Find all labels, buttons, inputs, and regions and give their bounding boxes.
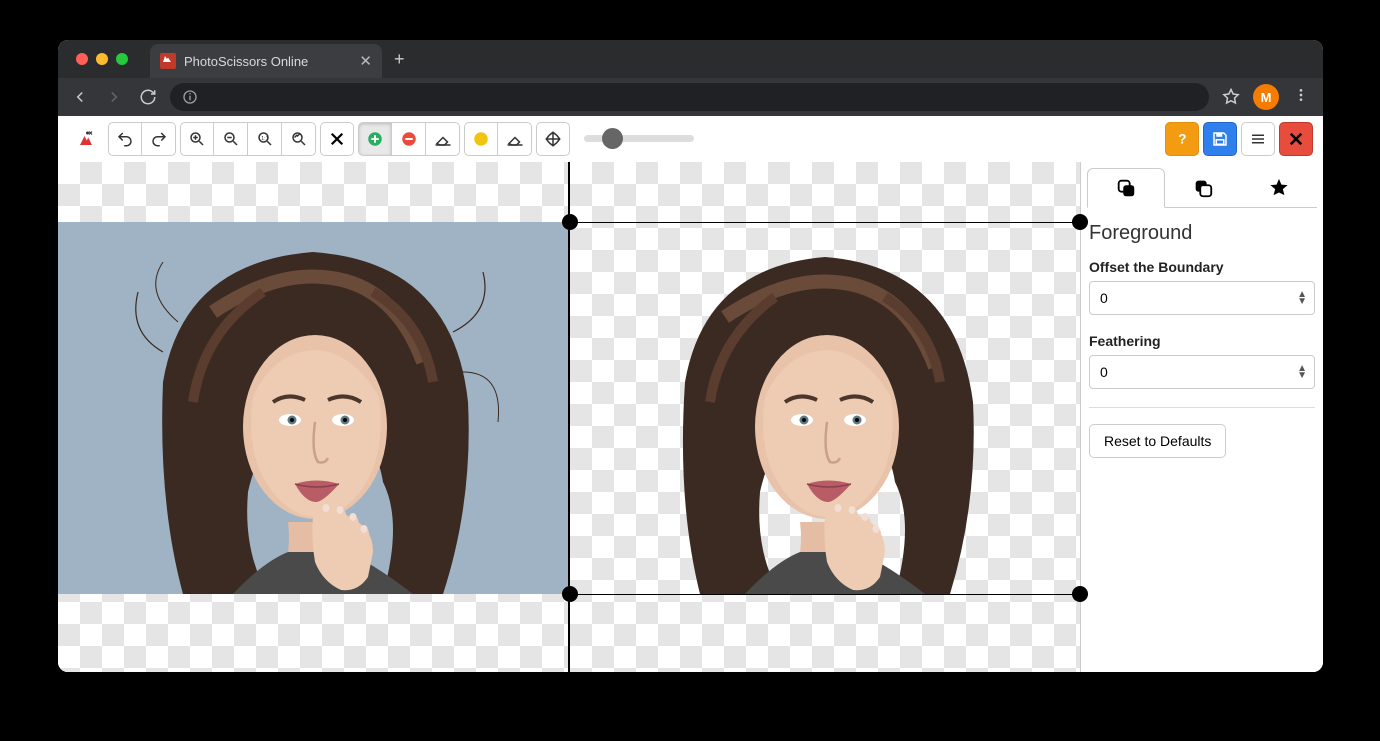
titlebar: PhotoScissors Online ✕ + [58, 40, 1323, 78]
panel-divider [1089, 407, 1315, 408]
app-logo-icon[interactable] [68, 121, 104, 157]
result-image [570, 222, 1080, 594]
hair-marker-button[interactable] [464, 122, 498, 156]
menu-button[interactable] [1241, 122, 1275, 156]
tab-favicon [160, 53, 176, 69]
browser-tab[interactable]: PhotoScissors Online ✕ [150, 44, 382, 78]
tab-close-icon[interactable]: ✕ [359, 52, 372, 70]
pan-tool-button[interactable] [536, 122, 570, 156]
svg-text:1:1: 1:1 [261, 135, 268, 141]
crop-border-bottom [570, 594, 1080, 595]
zoom-out-button[interactable] [214, 122, 248, 156]
foreground-marker-button[interactable] [358, 122, 392, 156]
nav-forward-button[interactable] [102, 85, 126, 109]
browser-menu-icon[interactable] [1289, 87, 1313, 108]
offset-label: Offset the Boundary [1089, 259, 1315, 275]
new-tab-button[interactable]: + [382, 49, 417, 70]
original-pane[interactable] [58, 162, 568, 672]
properties-panel: Foreground Offset the Boundary 0 ▲▼ Feat… [1080, 162, 1323, 672]
maximize-window-button[interactable] [116, 53, 128, 65]
editor-area: Foreground Offset the Boundary 0 ▲▼ Feat… [58, 162, 1323, 672]
offset-select[interactable]: 0 [1089, 281, 1315, 315]
minimize-window-button[interactable] [96, 53, 108, 65]
eraser-hair-button[interactable] [498, 122, 532, 156]
app-toolbar: 1:1 [58, 116, 1323, 162]
zoom-actual-button[interactable]: 1:1 [248, 122, 282, 156]
redo-button[interactable] [142, 122, 176, 156]
svg-text:?: ? [1178, 131, 1186, 146]
offset-value: 0 [1100, 290, 1108, 306]
profile-avatar[interactable]: M [1253, 84, 1279, 110]
nav-reload-button[interactable] [136, 85, 160, 109]
panel-tab-effects[interactable] [1241, 168, 1317, 208]
panel-section-title: Foreground [1089, 222, 1315, 245]
panel-tabs [1087, 168, 1317, 208]
url-input[interactable] [170, 83, 1209, 111]
panel-tab-background[interactable] [1165, 168, 1241, 208]
save-button[interactable] [1203, 122, 1237, 156]
background-marker-button[interactable] [392, 122, 426, 156]
tab-title: PhotoScissors Online [184, 54, 351, 69]
site-info-icon [182, 89, 198, 105]
close-window-button[interactable] [76, 53, 88, 65]
feathering-label: Feathering [1089, 333, 1315, 349]
browser-window: PhotoScissors Online ✕ + M [58, 40, 1323, 672]
bookmark-star-icon[interactable] [1219, 85, 1243, 109]
brush-size-slider[interactable] [584, 135, 694, 142]
result-pane[interactable] [570, 162, 1080, 672]
address-bar: M [58, 78, 1323, 116]
panel-tab-foreground[interactable] [1087, 168, 1165, 208]
feathering-select[interactable]: 0 [1089, 355, 1315, 389]
zoom-in-button[interactable] [180, 122, 214, 156]
close-button[interactable] [1279, 122, 1313, 156]
panel-body: Foreground Offset the Boundary 0 ▲▼ Feat… [1087, 208, 1317, 458]
feathering-value: 0 [1100, 364, 1108, 380]
reset-defaults-button[interactable]: Reset to Defaults [1089, 424, 1226, 458]
clear-marks-button[interactable] [320, 122, 354, 156]
nav-back-button[interactable] [68, 85, 92, 109]
slider-thumb[interactable] [602, 128, 623, 149]
window-controls [58, 53, 128, 65]
undo-button[interactable] [108, 122, 142, 156]
help-button[interactable]: ? [1165, 122, 1199, 156]
eraser-marker-button[interactable] [426, 122, 460, 156]
original-image [58, 222, 568, 594]
slider-track [584, 135, 694, 142]
zoom-fit-button[interactable] [282, 122, 316, 156]
